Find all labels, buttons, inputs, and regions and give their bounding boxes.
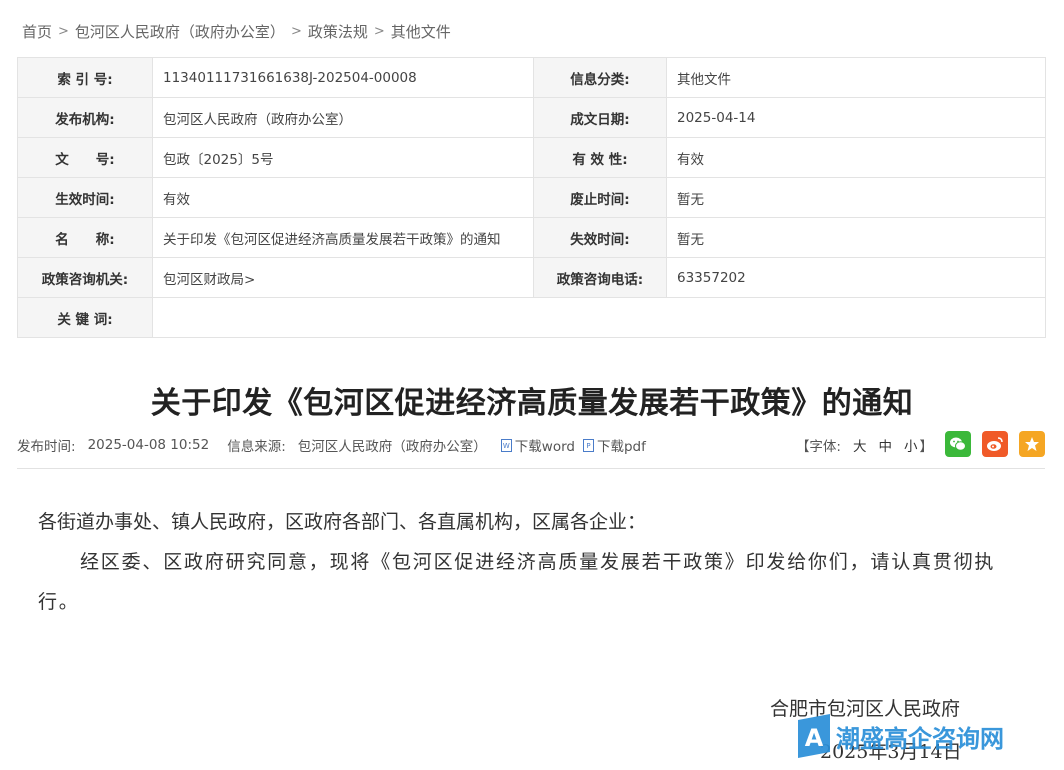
- download-word-label: 下载word: [514, 439, 575, 455]
- table-row: 文 号: 包政〔2025〕5号 有 效 性: 有效: [17, 137, 1046, 178]
- info-value: 包政〔2025〕5号: [152, 137, 534, 178]
- info-key: 名 称:: [17, 217, 153, 258]
- publish-time: 2025-04-08 10:52: [87, 437, 210, 453]
- pdf-file-icon: P: [582, 438, 594, 452]
- watermark: A 潮盛高企咨询网: [796, 714, 1004, 758]
- weibo-share-button[interactable]: [982, 431, 1008, 457]
- article-body: 各街道办事处、镇人民政府，区政府各部门、各直属机构，区属各企业： 经区委、区政府…: [38, 502, 1028, 622]
- table-row: 发布机构: 包河区人民政府（政府办公室） 成文日期: 2025-04-14: [17, 97, 1046, 138]
- info-key: 废止时间:: [533, 177, 667, 218]
- share-bar: [934, 431, 1045, 457]
- info-key: 失效时间:: [533, 217, 667, 258]
- download-pdf-label: 下载pdf: [596, 439, 646, 455]
- salutation: 各街道办事处、镇人民政府，区政府各部门、各直属机构，区属各企业：: [38, 511, 647, 533]
- info-key: 信息分类:: [533, 57, 667, 98]
- body-paragraph: 经区委、区政府研究同意，现将《包河区促进经济高质量发展若干政策》印发给你们，请认…: [38, 551, 996, 613]
- table-row: 生效时间: 有效 废止时间: 暂无: [17, 177, 1046, 218]
- info-key: 成文日期:: [533, 97, 667, 138]
- svg-text:A: A: [805, 724, 824, 752]
- breadcrumb-separator: >: [373, 23, 385, 39]
- info-key: 政策咨询机关:: [17, 257, 153, 298]
- info-value: 63357202: [666, 257, 1046, 298]
- breadcrumb-home[interactable]: 首页: [22, 21, 52, 42]
- font-medium-button[interactable]: 中: [879, 435, 893, 455]
- info-key: 关 键 词:: [17, 297, 153, 338]
- info-value: 11340111731661638J-202504-00008: [152, 57, 534, 98]
- document-info-table: 索 引 号: 11340111731661638J-202504-00008 信…: [17, 57, 1046, 338]
- table-row: 关 键 词:: [17, 297, 1046, 338]
- info-value: 有效: [666, 137, 1046, 178]
- breadcrumb-gov-office[interactable]: 包河区人民政府（政府办公室）: [75, 21, 285, 42]
- wechat-share-button[interactable]: [945, 431, 971, 457]
- font-small-button[interactable]: 小: [904, 435, 918, 455]
- info-key: 有 效 性:: [533, 137, 667, 178]
- download-pdf-link[interactable]: P 下载pdf: [582, 435, 646, 455]
- download-word-link[interactable]: W 下载word: [500, 435, 575, 455]
- source-label: 信息来源:: [227, 439, 286, 455]
- table-row: 索 引 号: 11340111731661638J-202504-00008 信…: [17, 57, 1046, 98]
- info-key: 文 号:: [17, 137, 153, 178]
- table-row: 政策咨询机关: 包河区财政局> 政策咨询电话: 63357202: [17, 257, 1046, 298]
- table-row: 名 称: 关于印发《包河区促进经济高质量发展若干政策》的通知 失效时间: 暂无: [17, 217, 1046, 258]
- font-label: 【字体:: [795, 439, 841, 455]
- info-key: 政策咨询电话:: [533, 257, 667, 298]
- breadcrumb-separator: >: [58, 23, 69, 39]
- info-value: 暂无: [666, 177, 1046, 218]
- keywords-value: [152, 297, 1046, 338]
- breadcrumb-other-docs[interactable]: 其他文件: [391, 21, 451, 42]
- article-title: 关于印发《包河区促进经济高质量发展若干政策》的通知: [150, 386, 914, 421]
- divider: [17, 468, 1045, 469]
- favorite-button[interactable]: [1019, 431, 1045, 457]
- breadcrumb: 首页 > 包河区人民政府（政府办公室） > 政策法规 > 其他文件: [22, 20, 451, 42]
- wechat-icon: [950, 437, 966, 451]
- info-key: 索 引 号:: [17, 57, 153, 98]
- info-key: 生效时间:: [17, 177, 153, 218]
- weibo-icon: [987, 437, 1003, 451]
- info-value: 包河区人民政府（政府办公室）: [152, 97, 534, 138]
- info-value: 有效: [152, 177, 534, 218]
- info-value: 其他文件: [666, 57, 1046, 98]
- info-value: 2025-04-14: [666, 97, 1046, 138]
- info-value: 暂无: [666, 217, 1046, 258]
- font-size-control: 【字体: 大 中 小 】: [794, 435, 933, 455]
- consulting-agency-link[interactable]: 包河区财政局>: [152, 257, 534, 298]
- watermark-logo-icon: A: [798, 714, 830, 758]
- article-meta: 发布时间: 2025-04-08 10:52 信息来源: 包河区人民政府（政府办…: [17, 431, 1045, 457]
- font-large-button[interactable]: 大: [853, 435, 867, 455]
- info-value: 关于印发《包河区促进经济高质量发展若干政策》的通知: [152, 217, 534, 258]
- info-key: 发布机构:: [17, 97, 153, 138]
- watermark-text: 潮盛高企咨询网: [836, 723, 1004, 753]
- font-label-close: 】: [919, 439, 934, 455]
- word-file-icon: W: [500, 438, 512, 452]
- publish-label: 发布时间:: [17, 439, 76, 455]
- breadcrumb-separator: >: [290, 23, 302, 39]
- source-value: 包河区人民政府（政府办公室）: [297, 439, 487, 455]
- breadcrumb-policy[interactable]: 政策法规: [308, 21, 368, 42]
- star-icon: [1025, 437, 1039, 451]
